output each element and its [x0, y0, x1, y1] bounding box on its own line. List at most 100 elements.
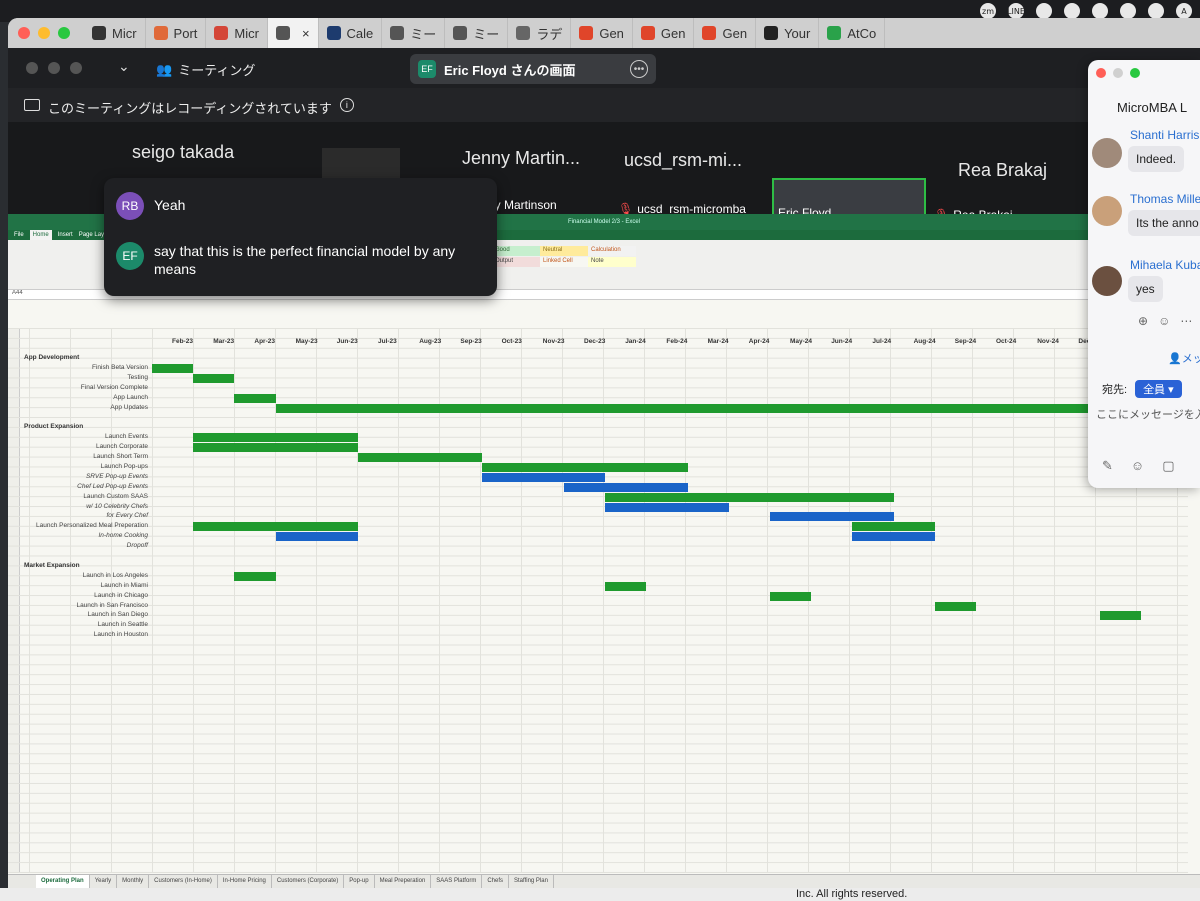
tray-icon[interactable] [1092, 3, 1108, 19]
browser-tab[interactable]: Cale [319, 18, 383, 48]
sharer-avatar: EF [418, 60, 436, 78]
sheet-tab[interactable]: Customers (Corporate) [272, 875, 345, 888]
sheet-tab[interactable]: Meal Preperation [375, 875, 432, 888]
tray-icon[interactable] [1120, 3, 1136, 19]
sheet-tab[interactable]: Operating Plan [36, 875, 90, 888]
reply-icon[interactable]: ⊕ [1138, 314, 1148, 328]
sheet-tab[interactable]: Staffing Plan [509, 875, 554, 888]
row-label: Launch Personalized Meal Preperation [35, 522, 148, 530]
cell-style[interactable]: Calculation [588, 246, 636, 256]
ribbon-tab[interactable]: Home [29, 230, 52, 240]
browser-tab[interactable]: ミー [445, 18, 509, 48]
browser-tab[interactable]: Your [756, 18, 820, 48]
more-messages-link[interactable]: 👤メッ [1168, 350, 1200, 366]
close-window-button[interactable] [1096, 68, 1106, 78]
cell-style[interactable]: Neutral [540, 246, 588, 256]
tray-icon[interactable]: zm [980, 3, 996, 19]
maximize-window-button[interactable] [1130, 68, 1140, 78]
sheet-tab[interactable]: Monthly [117, 875, 150, 888]
gantt-bar [481, 472, 606, 482]
sheet-tab[interactable]: Customers (In-Home) [149, 875, 218, 888]
browser-tab[interactable]: Micr [84, 18, 146, 48]
cell-style[interactable]: Linked Cell [540, 257, 588, 267]
minimize-window-button[interactable] [1113, 68, 1123, 78]
gantt-bar [770, 512, 894, 522]
browser-tab[interactable]: ラデ [508, 18, 572, 48]
browser-tab[interactable]: ミー [382, 18, 446, 48]
cell-style[interactable]: Good [492, 246, 540, 256]
more-icon[interactable]: ⋯ [1180, 314, 1192, 328]
spark-icon [153, 26, 168, 40]
tray-icon[interactable]: A [1176, 3, 1192, 19]
sheet-tab[interactable]: Pop-up [344, 875, 375, 888]
month-header: Nov-23 [542, 338, 565, 345]
meeting-menu[interactable]: 👥 ミーティング [156, 60, 255, 79]
chevron-down-icon[interactable]: ⌄ [118, 58, 130, 75]
tray-icon[interactable]: LINE [1007, 3, 1025, 19]
openai-icon [92, 26, 106, 40]
month-header: Jan-24 [625, 338, 646, 345]
cell-style[interactable]: Note [588, 257, 636, 267]
meeting-label: ミーティング [178, 63, 256, 78]
maximize-window-button[interactable] [58, 27, 70, 39]
screen-share-badge[interactable]: EF Eric Floyd さんの画面 ••• [410, 54, 656, 84]
message-text: Yeah [154, 197, 186, 213]
recipient-dropdown[interactable]: 全員 ▾ [1135, 380, 1182, 398]
tray-icon[interactable] [1064, 3, 1080, 19]
message-input[interactable]: ここにメッセージを入 [1096, 406, 1200, 422]
ribbon-tab[interactable]: Insert [58, 230, 73, 240]
ribbon-tab[interactable]: File [14, 230, 24, 240]
minimize-window-button[interactable] [38, 27, 50, 39]
month-header: Aug-24 [913, 338, 936, 345]
browser-tab[interactable]: Gen [694, 18, 757, 48]
close-window-button[interactable] [18, 27, 30, 39]
cell-style[interactable]: Output [492, 257, 540, 267]
more-icon[interactable]: ••• [630, 60, 648, 78]
emoji-icon[interactable]: ☺ [1158, 314, 1170, 328]
chat-notification-popup[interactable]: RB Yeah EF say that this is the perfect … [104, 178, 497, 296]
participant-label: ny Martinson [488, 198, 557, 212]
sheet-tab[interactable]: Yearly [90, 875, 118, 888]
month-header: Jul-24 [872, 338, 892, 345]
ribbon-tab[interactable]: Page Lay [79, 230, 104, 240]
footer-text: Inc. All rights reserved. [0, 888, 1200, 901]
gantt-bar [605, 502, 729, 512]
tray-icon[interactable] [1148, 3, 1164, 19]
row-label: Chef Led Pop-up Events [77, 482, 148, 490]
gantt-bar [852, 522, 935, 532]
gantt-bar [193, 522, 358, 532]
tab-label: AtCo [847, 25, 877, 41]
info-icon[interactable]: i [339, 98, 354, 112]
month-header: Dec-23 [584, 338, 606, 345]
sheet-tab[interactable]: SAAS Platform [431, 875, 483, 888]
browser-tab[interactable]: AtCo [819, 18, 886, 48]
tab-label: ミー [410, 26, 437, 42]
tray-icon[interactable] [1036, 3, 1052, 19]
close-icon[interactable]: × [302, 26, 310, 41]
file-icon[interactable]: ▢ [1162, 458, 1174, 474]
tab-label: Micr [234, 25, 259, 41]
sheet-tab[interactable]: Chefs [482, 875, 509, 888]
row-label: Launch in Miami [100, 581, 148, 589]
format-icon[interactable]: ✎ [1102, 458, 1113, 474]
browser-tab[interactable]: Port [146, 18, 207, 48]
globe-icon [275, 26, 290, 40]
month-header: May-24 [790, 338, 813, 345]
row-label: Market Expansion [24, 561, 80, 569]
row-label: App Launch [113, 393, 148, 401]
browser-tab[interactable]: Gen [571, 18, 633, 48]
zoom-window-controls [26, 62, 82, 74]
browser-tab[interactable]: Gen [633, 18, 695, 48]
row-label: App Updates [110, 403, 148, 411]
row-label: Dropoff [126, 542, 148, 550]
sheet-tab[interactable]: In-Home Pricing [218, 875, 272, 888]
avatar [1092, 196, 1122, 226]
shared-excel-window: Financial Model 2/3 - Excel File Home Inse… [8, 214, 1200, 888]
emoji-icon[interactable]: ☺ [1131, 458, 1144, 474]
month-header: Aug-23 [419, 338, 442, 345]
month-header: Oct-24 [996, 338, 1017, 345]
browser-tab[interactable]: × [267, 18, 319, 48]
participant-video[interactable] [322, 148, 400, 178]
browser-tab[interactable]: Micr [206, 18, 268, 48]
avatar [1092, 138, 1122, 168]
